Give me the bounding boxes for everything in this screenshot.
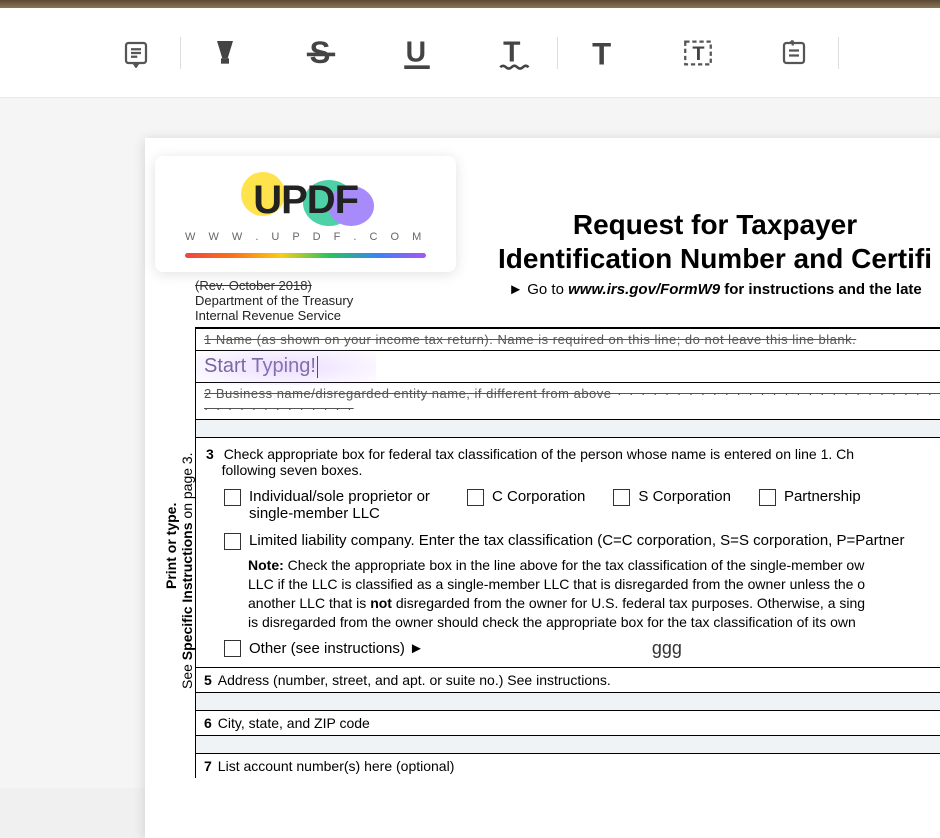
line-7-label: 7List account number(s) here (optional) — [196, 754, 940, 778]
see-instructions-label: See Specific Instructions on page 3. — [179, 452, 195, 689]
checkbox-individual[interactable]: Individual/sole proprietor or single-mem… — [224, 488, 439, 522]
checkbox-label: C Corporation — [492, 488, 585, 505]
address-field[interactable] — [196, 693, 940, 711]
sticky-tool-icon[interactable] — [768, 27, 820, 79]
line-6-label: 6City, state, and ZIP code — [196, 711, 940, 736]
svg-text:T: T — [692, 43, 704, 65]
other-input-value[interactable]: ggg — [652, 638, 682, 659]
line-5-label: 5Address (number, street, and apt. or su… — [196, 668, 940, 693]
name-input-field[interactable]: Start Typing! — [196, 351, 940, 383]
checkbox-icon[interactable] — [224, 533, 241, 550]
checkbox-label: S Corporation — [638, 488, 731, 505]
side-label-area: Print or type. See Specific Instructions… — [155, 329, 195, 778]
checkbox-row-1: Individual/sole proprietor or single-mem… — [224, 488, 940, 522]
goto-suffix: for instructions and the late — [720, 281, 922, 298]
updf-watermark: UPDF W W W . U P D F . C O M — [155, 156, 456, 272]
title-line-2: Identification Number and Certifi — [498, 243, 932, 274]
logo-underline — [185, 253, 426, 258]
window-top-bar — [0, 0, 940, 8]
squiggly-tool-icon[interactable]: T — [487, 27, 539, 79]
llc-note: Note: Check the appropriate box in the l… — [248, 556, 940, 632]
toolbar-separator — [557, 37, 558, 69]
checkbox-label: Other (see instructions) ► — [249, 640, 424, 657]
pdf-page[interactable]: UPDF W W W . U P D F . C O M (Rev. Octob… — [145, 138, 940, 838]
text-tool-icon[interactable]: T — [576, 27, 628, 79]
title-line-1: Request for Taxpayer — [573, 209, 857, 240]
section-3: 3 Check appropriate box for federal tax … — [196, 438, 940, 668]
checkbox-partnership[interactable]: Partnership — [759, 488, 861, 506]
line-2-label: 2 Business name/disregarded entity name,… — [196, 383, 940, 420]
goto-line: ► Go to www.irs.gov/FormW9 for instructi… — [385, 281, 940, 298]
checkbox-other[interactable]: Other (see instructions) ► ggg — [224, 638, 940, 659]
highlighter-tool-icon[interactable] — [199, 27, 251, 79]
name-input-value: Start Typing! — [204, 355, 316, 377]
note-tool-icon[interactable] — [110, 27, 162, 79]
checkbox-label: Limited liability company. Enter the tax… — [249, 532, 904, 550]
form-title: Request for Taxpayer Identification Numb… — [385, 208, 940, 275]
checkbox-icon[interactable] — [613, 489, 630, 506]
checkbox-s-corp[interactable]: S Corporation — [613, 488, 731, 506]
svg-text:U: U — [406, 36, 426, 68]
checkbox-c-corp[interactable]: C Corporation — [467, 488, 585, 506]
strikethrough-tool-icon[interactable]: S — [295, 27, 347, 79]
form-lines: 1 Name (as shown on your income tax retu… — [195, 329, 940, 778]
city-state-zip-field[interactable] — [196, 736, 940, 754]
dept-line-2: Internal Revenue Service — [195, 308, 385, 323]
line-3-label: 3 Check appropriate box for federal tax … — [206, 446, 940, 478]
checkbox-icon[interactable] — [467, 489, 484, 506]
dept-line-1: Department of the Treasury — [195, 293, 385, 308]
annotation-toolbar: S U T T T — [0, 8, 940, 98]
checkbox-icon[interactable] — [224, 640, 241, 657]
logo-text: UPDF — [253, 178, 358, 223]
textbox-tool-icon[interactable]: T — [672, 27, 724, 79]
toolbar-separator — [838, 37, 839, 69]
revision-text: (Rev. October 2018) — [195, 278, 385, 293]
checkbox-icon[interactable] — [224, 489, 241, 506]
text-cursor — [317, 356, 318, 378]
checkbox-label: Partnership — [784, 488, 861, 505]
business-name-field[interactable] — [196, 420, 940, 438]
checkbox-label: Individual/sole proprietor or single-mem… — [249, 488, 439, 522]
logo-word-text: UPDF — [253, 178, 358, 222]
toolbar-separator — [180, 37, 181, 69]
checkbox-llc[interactable]: Limited liability company. Enter the tax… — [224, 532, 940, 550]
goto-prefix: ► Go to — [508, 281, 568, 298]
line-1-label: 1 Name (as shown on your income tax retu… — [196, 329, 940, 351]
goto-url: www.irs.gov/FormW9 — [568, 281, 720, 298]
print-or-type-label: Print or type. — [163, 503, 179, 589]
logo-url: W W W . U P D F . C O M — [185, 231, 426, 243]
form-body: Print or type. See Specific Instructions… — [155, 329, 940, 778]
underline-tool-icon[interactable]: U — [391, 27, 443, 79]
document-canvas: UPDF W W W . U P D F . C O M (Rev. Octob… — [0, 98, 940, 788]
checkbox-icon[interactable] — [759, 489, 776, 506]
svg-text:T: T — [592, 36, 611, 70]
svg-text:T: T — [503, 36, 520, 68]
form-header-right: Request for Taxpayer Identification Numb… — [385, 188, 940, 323]
